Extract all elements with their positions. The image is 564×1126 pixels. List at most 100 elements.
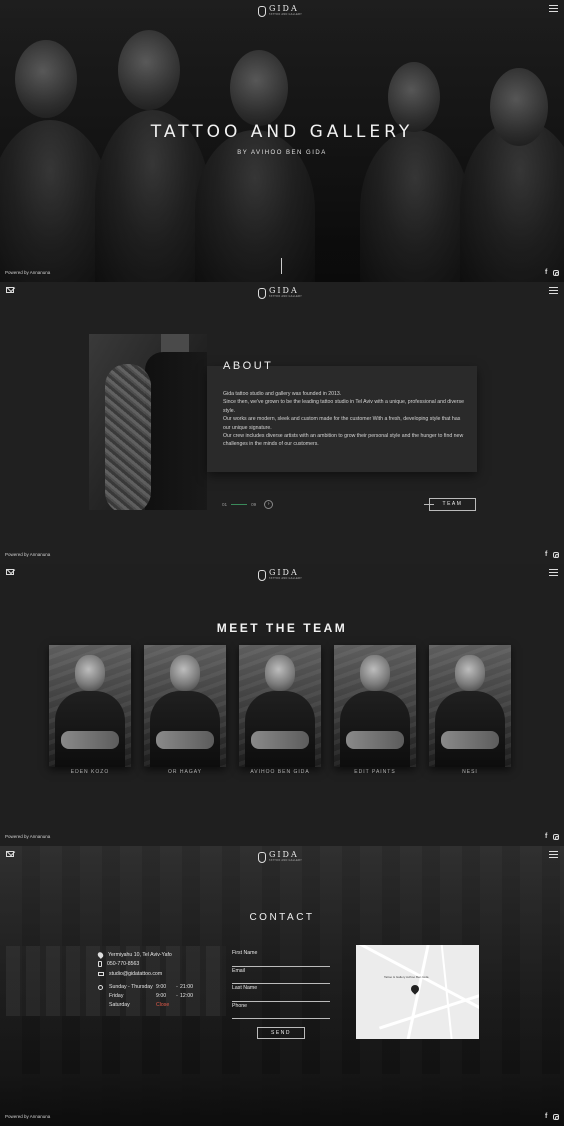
powered-by-link[interactable]: Powered by Annanuna: [5, 552, 50, 557]
send-button[interactable]: SEND: [257, 1027, 305, 1039]
hours-day: Saturday: [109, 1002, 130, 1008]
logo-name: GIDA: [269, 850, 299, 860]
social-links: f: [545, 1113, 559, 1120]
instagram-icon[interactable]: [553, 552, 559, 558]
pager-total: 09: [251, 502, 257, 507]
hours-open: 9:00: [156, 984, 167, 990]
team-member-photo[interactable]: [239, 645, 321, 767]
contact-email[interactable]: studio@gidatattoo.com: [109, 971, 162, 977]
hero-section: GIDA TATTOO AND GALLERY TATTOO AND GALLE…: [0, 0, 564, 282]
team-member-card[interactable]: EDEN KOZO: [49, 645, 131, 775]
last-name-field[interactable]: Last Name: [232, 984, 330, 1002]
instagram-icon[interactable]: [553, 834, 559, 840]
team-member-name[interactable]: EDEN KOZO: [49, 769, 131, 775]
hamburger-menu-icon[interactable]: [549, 5, 558, 12]
team-member-photo[interactable]: [144, 645, 226, 767]
team-member-card[interactable]: NESI: [429, 645, 511, 775]
team-member-photo[interactable]: [334, 645, 416, 767]
email-icon: [98, 971, 104, 976]
social-links: f: [545, 551, 559, 558]
contact-title: CONTACT: [249, 912, 315, 923]
location-pin-icon: [96, 950, 105, 959]
team-member-photo[interactable]: [429, 645, 511, 767]
hamburger-menu-icon[interactable]: [549, 287, 558, 294]
team-member-card[interactable]: EDIT PAINTS: [334, 645, 416, 775]
top-bar: GIDA TATTOO AND GALLERY: [0, 564, 564, 584]
mail-icon[interactable]: [6, 851, 14, 857]
about-paragraph: Our crew includes diverse artists with a…: [223, 433, 464, 448]
mail-icon[interactable]: [6, 569, 14, 575]
logo-name: GIDA: [269, 4, 299, 14]
logo-tagline: TATTOO AND GALLERY: [269, 13, 303, 17]
team-button[interactable]: TEAM: [424, 498, 476, 511]
social-links: f: [545, 833, 559, 840]
contact-address[interactable]: Yermiyahu 10, Tel Aviv-Yafo: [108, 952, 172, 958]
footer-bar: Powered by Annanuna f: [0, 832, 564, 846]
hours-row: Sunday - Thursday 9:00 - 21:00: [98, 983, 208, 992]
logo[interactable]: GIDA TATTOO AND GALLERY: [258, 850, 308, 864]
hero-title: TATTOO AND GALLERY: [150, 122, 414, 142]
location-map[interactable]: Tattoo & Gallery Avihoo Ben Gida: [356, 945, 479, 1039]
powered-by-link[interactable]: Powered by Annanuna: [5, 1114, 50, 1119]
hamburger-menu-icon[interactable]: [549, 569, 558, 576]
hours-closed: Close: [156, 1002, 170, 1008]
instagram-icon[interactable]: [553, 1114, 559, 1120]
first-name-field[interactable]: First Name: [232, 949, 330, 967]
hamburger-menu-icon[interactable]: [549, 851, 558, 858]
logo[interactable]: GIDA TATTOO AND GALLERY: [258, 286, 308, 300]
email-field[interactable]: Email: [232, 967, 330, 984]
about-paragraph: Since then, we've grown to be the leadin…: [223, 399, 465, 414]
pager-progress-line: [231, 504, 248, 505]
team-member-card[interactable]: AVIHOO BEN GIDA: [239, 645, 321, 775]
hours-open: 9:00: [156, 993, 167, 999]
powered-by-link[interactable]: Powered by Annanuna: [5, 834, 50, 839]
logo-mark-icon: [258, 851, 266, 863]
team-member-photo[interactable]: [49, 645, 131, 767]
about-paragraph: Our works are modern, sleek and custom m…: [223, 416, 461, 431]
team-member-name[interactable]: NESI: [429, 769, 511, 775]
logo-mark-icon: [258, 287, 266, 299]
hours-day: Sunday - Thursday: [109, 984, 153, 990]
contact-section: GIDA TATTOO AND GALLERY CONTACT Yermiyah…: [0, 846, 564, 1126]
phone-field[interactable]: Phone: [232, 1002, 330, 1019]
instagram-icon[interactable]: [553, 270, 559, 276]
logo-name: GIDA: [269, 568, 299, 578]
logo[interactable]: GIDA TATTOO AND GALLERY: [258, 568, 308, 582]
footer-bar: Powered by Annanuna f: [0, 1112, 564, 1126]
hours-close: 12:00: [180, 993, 193, 999]
facebook-icon[interactable]: f: [545, 1113, 549, 1120]
logo-mark-icon: [258, 569, 266, 581]
facebook-icon[interactable]: f: [545, 551, 549, 558]
logo-tagline: TATTOO AND GALLERY: [269, 859, 303, 863]
powered-by-link[interactable]: Powered by Annanuna: [5, 270, 50, 275]
team-member-name[interactable]: OR HAGAY: [144, 769, 226, 775]
clock-icon: [98, 984, 103, 990]
logo[interactable]: GIDA TATTOO AND GALLERY: [258, 4, 308, 18]
logo-mark-icon: [258, 5, 266, 17]
mail-icon[interactable]: [6, 287, 14, 293]
about-title: ABOUT: [223, 360, 274, 372]
social-links: f: [545, 269, 559, 276]
contact-phone[interactable]: 050-770-8563: [107, 961, 139, 967]
team-members: EDEN KOZO OR HAGAY AVIHOO BEN GIDA EDIT …: [49, 645, 513, 775]
team-member-name[interactable]: AVIHOO BEN GIDA: [239, 769, 321, 775]
top-bar: GIDA TATTOO AND GALLERY: [0, 282, 564, 302]
facebook-icon[interactable]: f: [545, 833, 549, 840]
team-member-card[interactable]: OR HAGAY: [144, 645, 226, 775]
team-member-name[interactable]: EDIT PAINTS: [334, 769, 416, 775]
hero-subtitle: BY AVIHOO BEN GIDA: [237, 150, 327, 156]
footer-bar: Powered by Annanuna f: [0, 268, 564, 282]
hours-row: Friday 9:00 - 12:00: [98, 992, 208, 1001]
facebook-icon[interactable]: f: [545, 269, 549, 276]
top-bar: GIDA TATTOO AND GALLERY: [0, 0, 564, 20]
about-tattoo-photo: [89, 334, 207, 510]
team-section: GIDA TATTOO AND GALLERY MEET THE TEAM ED…: [0, 564, 564, 846]
map-label: Tattoo & Gallery Avihoo Ben Gida: [384, 975, 429, 979]
about-card: Gida tattoo studio and gallery was found…: [207, 366, 477, 472]
about-section: GIDA TATTOO AND GALLERY Gida tattoo stud…: [0, 282, 564, 564]
phone-icon: [98, 961, 102, 968]
logo-tagline: TATTOO AND GALLERY: [269, 577, 303, 581]
about-pager: 01 09 ›: [222, 500, 274, 509]
next-arrow-icon[interactable]: ›: [264, 500, 274, 509]
logo-tagline: TATTOO AND GALLERY: [269, 295, 303, 299]
